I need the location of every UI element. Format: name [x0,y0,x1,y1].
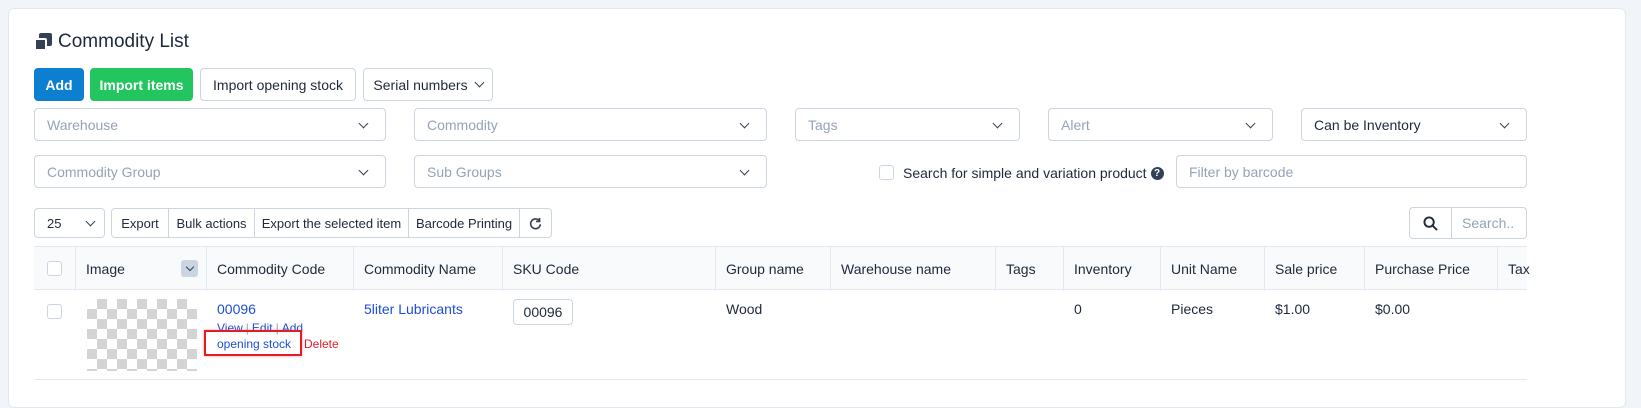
column-purchase-price[interactable]: Purchase Price [1365,247,1498,291]
alert-select[interactable]: Alert [1048,108,1273,141]
commodity-group-select[interactable]: Commodity Group [34,155,386,188]
chevron-down-icon [474,77,485,88]
bulk-actions-button[interactable]: Bulk actions [168,208,255,238]
column-inventory[interactable]: Inventory [1064,247,1161,291]
commodity-select-placeholder: Commodity [427,116,498,133]
chevron-down-icon [85,216,96,227]
chevron-down-icon [992,118,1003,129]
chevron-down-icon [739,165,750,176]
sale-price-cell: $1.00 [1275,301,1311,317]
table-search-input[interactable]: Search.. [1451,207,1527,239]
refresh-button[interactable] [519,208,552,238]
column-commodity-code[interactable]: Commodity Code [207,247,354,291]
column-image[interactable]: Image [76,247,207,291]
table-row: 00096 View | Edit | Add opening stock De… [34,290,1527,380]
page-title-text: Commodity List [58,31,189,52]
copy-icon [34,33,52,51]
column-unit-name[interactable]: Unit Name [1161,247,1265,291]
column-commodity-name[interactable]: Commodity Name [354,247,503,291]
column-tags[interactable]: Tags [996,247,1064,291]
page-length-value: 25 [47,215,62,231]
chevron-down-icon [185,262,194,272]
chevron-down-icon [1245,118,1256,129]
purchase-price-cell: $0.00 [1375,301,1411,317]
page-length-select[interactable]: 25 [34,208,105,238]
help-icon[interactable]: ? [1150,166,1164,180]
select-all-checkbox[interactable] [47,261,62,276]
import-items-button[interactable]: Import items [90,68,193,101]
commodity-code-link[interactable]: 00096 [217,301,256,317]
alert-select-placeholder: Alert [1061,116,1090,133]
simple-variation-label-wrap: Search for simple and variation product … [903,165,1164,181]
simple-variation-checkbox[interactable] [879,165,894,180]
warehouse-select[interactable]: Warehouse [34,108,386,141]
commodity-select[interactable]: Commodity [414,108,767,141]
search-icon [1423,215,1438,231]
column-tax[interactable]: Tax [1498,247,1530,291]
unit-name-cell: Pieces [1171,301,1214,317]
column-sku-code[interactable]: SKU Code [503,247,716,291]
inventory-mode-value: Can be Inventory [1314,116,1421,133]
sub-groups-select[interactable]: Sub Groups [414,155,767,188]
table-header: Image Commodity Code Commodity Name SKU … [34,246,1530,291]
export-button[interactable]: Export [111,208,169,238]
commodity-group-placeholder: Commodity Group [47,163,161,180]
simple-variation-label: Search for simple and variation product [903,165,1147,181]
sub-groups-placeholder: Sub Groups [427,163,502,180]
chevron-down-icon [1499,118,1510,129]
sku-badge: 00096 [513,299,573,325]
chevron-down-icon [358,165,369,176]
export-selected-button[interactable]: Export the selected item [254,208,409,238]
column-warehouse-name[interactable]: Warehouse name [831,247,996,291]
refresh-icon [529,217,542,229]
page-title: Commodity List [34,31,189,53]
search-button[interactable] [1409,207,1452,239]
warehouse-select-placeholder: Warehouse [47,116,119,133]
column-group-name[interactable]: Group name [716,247,831,291]
image-placeholder-icon [87,299,197,371]
commodity-list-panel: Commodity List Add Import items Import o… [8,8,1626,408]
chevron-down-icon [358,118,369,129]
tags-select[interactable]: Tags [795,108,1020,141]
barcode-printing-button[interactable]: Barcode Printing [408,208,520,238]
serial-numbers-label: Serial numbers [373,76,468,93]
column-sale-price[interactable]: Sale price [1265,247,1365,291]
serial-numbers-dropdown[interactable]: Serial numbers [363,68,493,101]
import-opening-stock-button[interactable]: Import opening stock [200,68,356,101]
select-all-cell [34,247,76,291]
row-checkbox[interactable] [47,304,62,319]
tags-select-placeholder: Tags [808,116,838,133]
commodity-name-link[interactable]: 5liter Lubricants [364,301,463,317]
barcode-filter-input[interactable]: Filter by barcode [1176,155,1527,188]
inventory-mode-select[interactable]: Can be Inventory [1301,108,1527,141]
add-button[interactable]: Add [34,68,84,101]
group-name-cell: Wood [726,301,763,317]
column-toggle-button[interactable] [181,260,198,277]
chevron-down-icon [739,118,750,129]
highlight-box [204,330,302,356]
inventory-cell: 0 [1074,301,1082,317]
delete-link[interactable]: Delete [304,337,339,351]
